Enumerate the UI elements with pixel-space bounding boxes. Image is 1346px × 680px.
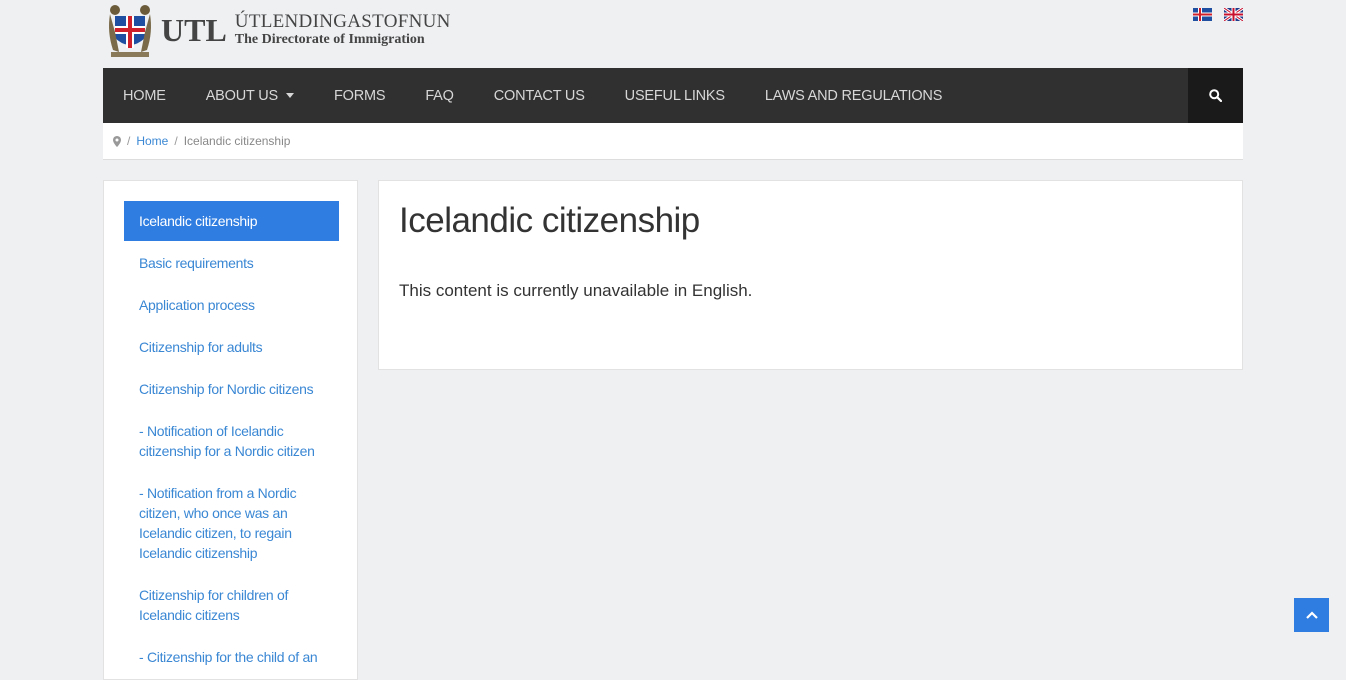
logo-name-english: The Directorate of Immigration bbox=[234, 32, 425, 47]
sidebar-menu: Icelandic citizenship Basic requirements… bbox=[124, 201, 339, 677]
sidebar-item-citizenship-for-children[interactable]: Citizenship for children of Icelandic ci… bbox=[124, 575, 339, 635]
page-title: Icelandic citizenship bbox=[399, 201, 700, 240]
search-icon bbox=[1209, 89, 1222, 102]
nav-contact-us[interactable]: CONTACT US bbox=[494, 88, 585, 104]
uk-flag-icon[interactable] bbox=[1224, 8, 1243, 21]
sidebar: Icelandic citizenship Basic requirements… bbox=[103, 180, 358, 680]
sidebar-item-citizenship-child-of[interactable]: - Citizenship for the child of an bbox=[124, 637, 339, 677]
sidebar-item-notification-nordic-citizen[interactable]: - Notification of Icelandic citizenship … bbox=[124, 411, 339, 471]
sidebar-item-notification-regain-citizenship[interactable]: - Notification from a Nordic citizen, wh… bbox=[124, 473, 339, 573]
breadcrumb-separator: / bbox=[127, 134, 131, 148]
nav-about-us[interactable]: ABOUT US bbox=[206, 88, 294, 104]
back-to-top-button[interactable] bbox=[1294, 598, 1329, 632]
nav-useful-links[interactable]: USEFUL LINKS bbox=[625, 88, 725, 104]
main-content: Icelandic citizenship This content is cu… bbox=[378, 180, 1243, 370]
map-marker-icon bbox=[113, 135, 121, 147]
nav-laws-and-regulations[interactable]: LAWS AND REGULATIONS bbox=[765, 88, 942, 104]
breadcrumb-current: Icelandic citizenship bbox=[183, 134, 291, 148]
coat-of-arms-icon bbox=[109, 5, 151, 57]
logo-name-icelandic: ÚTLENDINGASTOFNUN bbox=[234, 11, 451, 32]
nav-faq[interactable]: FAQ bbox=[425, 88, 454, 104]
search-button[interactable] bbox=[1188, 68, 1243, 123]
breadcrumb-separator: / bbox=[174, 134, 178, 148]
nav-about-us-label: ABOUT US bbox=[205, 87, 278, 104]
sidebar-item-citizenship-for-nordic-citizens[interactable]: Citizenship for Nordic citizens bbox=[124, 369, 339, 409]
content-text: This content is currently unavailable in… bbox=[399, 281, 753, 300]
breadcrumb-home-link[interactable]: Home bbox=[136, 134, 168, 148]
site-header: UTL ÚTLENDINGASTOFNUN The Directorate of… bbox=[103, 0, 1243, 68]
site-logo[interactable]: UTL ÚTLENDINGASTOFNUN The Directorate of… bbox=[105, 2, 451, 58]
language-switcher bbox=[1193, 8, 1243, 21]
chevron-up-icon bbox=[1305, 611, 1318, 619]
sidebar-item-citizenship-for-adults[interactable]: Citizenship for adults bbox=[124, 327, 339, 367]
sidebar-item-icelandic-citizenship[interactable]: Icelandic citizenship bbox=[124, 201, 339, 241]
icelandic-flag-icon[interactable] bbox=[1193, 8, 1212, 21]
nav-forms[interactable]: FORMS bbox=[334, 88, 386, 104]
sidebar-item-basic-requirements[interactable]: Basic requirements bbox=[124, 243, 339, 283]
caret-down-icon bbox=[285, 93, 294, 98]
nav-home[interactable]: HOME bbox=[123, 88, 166, 104]
logo-abbreviation: UTL bbox=[161, 11, 227, 48]
main-navbar: HOME ABOUT US FORMS FAQ CONTACT US USEFU… bbox=[103, 68, 1243, 123]
breadcrumb: / Home / Icelandic citizenship bbox=[103, 123, 1243, 160]
sidebar-item-application-process[interactable]: Application process bbox=[124, 285, 339, 325]
